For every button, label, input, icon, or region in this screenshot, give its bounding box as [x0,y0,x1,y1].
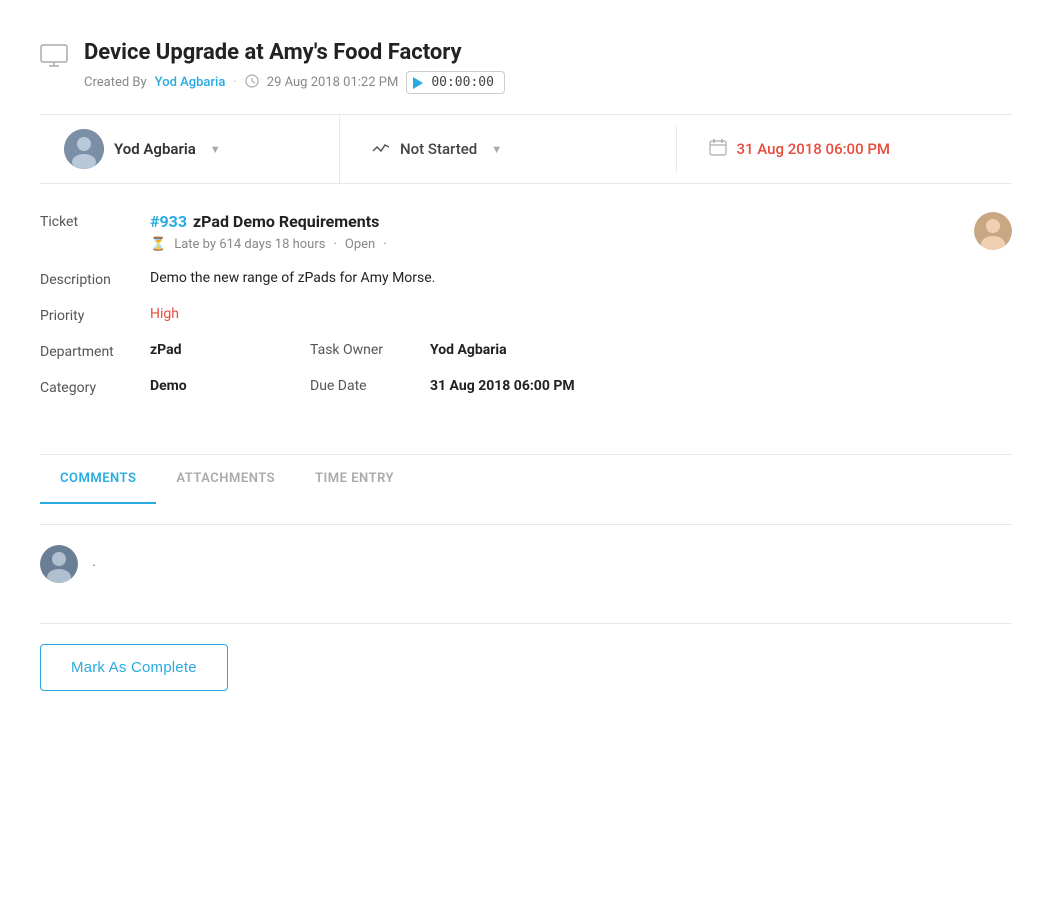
priority-value: High [150,306,1012,322]
comment-avatar [40,545,78,583]
header-content: Device Upgrade at Amy's Food Factory Cre… [84,40,1012,94]
section-divider [40,623,1012,624]
late-text: Late by 614 days 18 hours [174,237,325,252]
department-label: Department [40,342,150,360]
page-title: Device Upgrade at Amy's Food Factory [84,40,1012,65]
priority-label: Priority [40,306,150,324]
assignee-name: Yod Agbaria [114,140,196,158]
timer-button[interactable]: 00:00:00 [406,71,505,94]
status-text: Not Started [400,140,477,158]
ticket-row: Ticket #933 zPad Demo Requirements ⏳ Lat… [40,212,1012,252]
timer-value: 00:00:00 [431,75,494,90]
monitor-icon [40,44,68,74]
meta-row: Created By Yod Agbaria · 29 Aug 2018 01:… [84,71,1012,94]
status-cell[interactable]: Not Started ▼ [340,126,677,173]
calendar-icon [709,138,727,160]
assignee-status-bar: Yod Agbaria ▼ Not Started ▼ 31 Aug 20 [40,114,1012,184]
meta-separator2: · [383,237,386,252]
category-label: Category [40,378,150,396]
comment-input-row [40,545,1012,583]
ticket-number[interactable]: #933 [150,212,187,231]
created-by-label: Created By [84,75,147,90]
assignee-cell[interactable]: Yod Agbaria ▼ [40,115,340,183]
ticket-avatar [974,212,1012,250]
assignee-avatar-image [64,129,104,169]
hourglass-icon: ⏳ [150,237,166,252]
tab-attachments[interactable]: ATTACHMENTS [156,455,295,504]
category-value: Demo [150,378,310,394]
header-section: Device Upgrade at Amy's Food Factory Cre… [40,40,1012,94]
timer-play-icon [413,77,423,89]
mark-complete-button[interactable]: Mark As Complete [40,644,228,691]
description-label: Description [40,270,150,288]
description-value: Demo the new range of zPads for Amy Mors… [150,270,1012,286]
ticket-title-row: #933 zPad Demo Requirements [150,212,974,231]
clock-icon [245,74,259,92]
task-owner-value: Yod Agbaria [430,342,507,358]
task-owner-label: Task Owner [310,342,430,358]
comment-input-field[interactable] [92,545,1012,577]
tab-time-entry[interactable]: TIME ENTRY [295,455,414,504]
creator-link[interactable]: Yod Agbaria [155,75,226,90]
meta-separator1: · [333,237,336,252]
department-value: zPad [150,342,310,358]
due-date-cell: 31 Aug 2018 06:00 PM [677,124,1013,174]
tabs-section: COMMENTS ATTACHMENTS TIME ENTRY [40,454,1012,504]
details-section: Ticket #933 zPad Demo Requirements ⏳ Lat… [40,212,1012,434]
due-date-label: Due Date [310,378,430,394]
created-date: 29 Aug 2018 01:22 PM [267,75,399,90]
category-row: Category Demo Due Date 31 Aug 2018 06:00… [40,378,1012,396]
assignee-dropdown-icon: ▼ [210,143,221,156]
status-dropdown-icon: ▼ [491,143,502,156]
department-row: Department zPad Task Owner Yod Agbaria [40,342,1012,360]
ticket-meta: ⏳ Late by 614 days 18 hours · Open · [150,237,974,252]
page-container: Device Upgrade at Amy's Food Factory Cre… [0,0,1052,918]
tabs-header: COMMENTS ATTACHMENTS TIME ENTRY [40,455,1012,504]
tab-comments[interactable]: COMMENTS [40,455,156,504]
open-status: Open [345,237,375,252]
priority-row: Priority High [40,306,1012,324]
assignee-avatar [64,129,104,169]
status-icon [372,140,390,159]
description-row: Description Demo the new range of zPads … [40,270,1012,288]
ticket-label: Ticket [40,212,150,230]
ticket-name: zPad Demo Requirements [193,212,379,231]
ticket-content: #933 zPad Demo Requirements ⏳ Late by 61… [150,212,974,252]
due-date-text: 31 Aug 2018 06:00 PM [737,140,891,158]
comments-section [40,524,1012,603]
category-due-date-value: 31 Aug 2018 06:00 PM [430,378,575,394]
meta-dot: · [233,75,236,90]
